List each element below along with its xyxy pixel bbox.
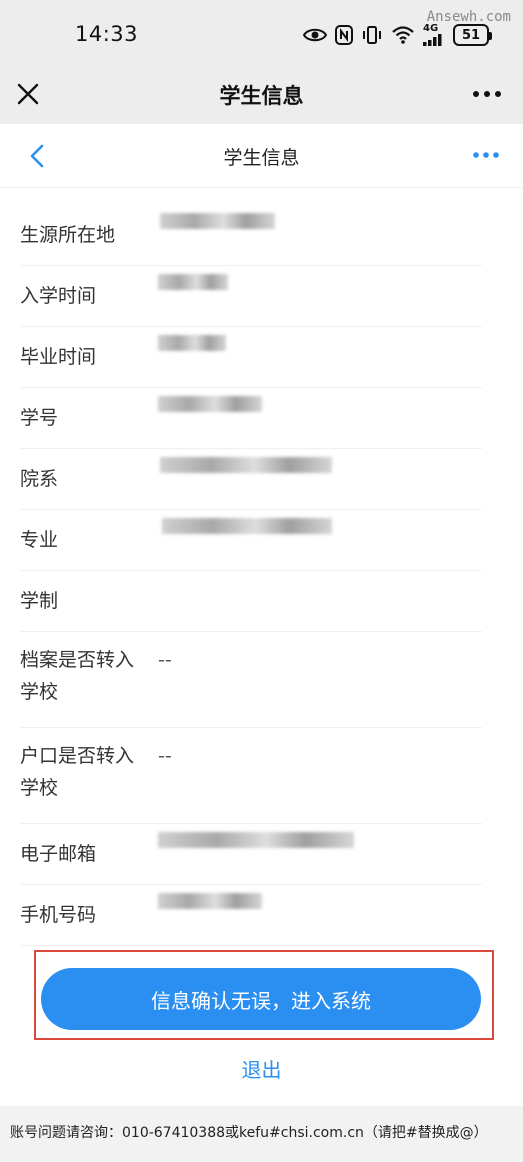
- redacted-value: [158, 335, 226, 351]
- battery-indicator: 51: [453, 24, 492, 46]
- page-nav-bar: 学生信息: [0, 124, 523, 188]
- info-label: 手机号码: [20, 904, 97, 926]
- app-title-bar: 学生信息: [0, 66, 523, 124]
- page-title: 学生信息: [223, 147, 300, 169]
- vibrate-icon: [361, 23, 383, 47]
- info-label: 电子邮箱: [20, 843, 97, 865]
- status-bar: 14:33 Ansewh.com 4G 51: [0, 0, 523, 66]
- info-label: 院系: [20, 468, 59, 490]
- info-row-duration: 学制: [20, 571, 482, 632]
- info-label: 学制: [20, 590, 59, 612]
- network-type: 4G: [423, 23, 439, 34]
- info-label: 入学时间: [20, 285, 97, 307]
- app-title: 学生信息: [219, 84, 304, 108]
- support-contact-text: 账号问题请咨询：010-67410388或kefu#chsi.com.cn（请把…: [10, 1125, 488, 1141]
- redacted-value: [158, 274, 228, 290]
- nfc-icon: [335, 23, 353, 47]
- info-label: 户口是否转入学校: [20, 745, 135, 799]
- more-options-icon[interactable]: [471, 146, 501, 164]
- exit-link[interactable]: 退出: [0, 1054, 523, 1083]
- info-row-grad-date: 毕业时间: [20, 327, 482, 388]
- info-value: --: [158, 745, 172, 767]
- eye-icon: [303, 23, 327, 47]
- status-time: 14:33: [75, 22, 139, 46]
- info-row-origin: 生源所在地: [20, 205, 482, 266]
- redacted-value: [158, 396, 262, 412]
- info-row-archive: 档案是否转入学校 --: [20, 632, 482, 728]
- redacted-value: [158, 832, 354, 848]
- info-value: [158, 585, 482, 617]
- support-footer: 账号问题请咨询：010-67410388或kefu#chsi.com.cn（请把…: [0, 1106, 523, 1162]
- info-row-major: 专业: [20, 510, 482, 571]
- info-row-household: 户口是否转入学校 --: [20, 728, 482, 824]
- info-label: 档案是否转入学校: [20, 649, 135, 703]
- info-row-department: 院系: [20, 449, 482, 510]
- redacted-value: [162, 518, 332, 534]
- student-info-list: 生源所在地 入学时间 毕业时间 学号 院系 专业 学制 档案是否转入学校 -- …: [20, 205, 482, 946]
- info-row-email: 电子邮箱: [20, 824, 482, 885]
- status-icons: 4G 51: [303, 22, 492, 48]
- redacted-value: [158, 893, 262, 909]
- info-label: 毕业时间: [20, 346, 97, 368]
- info-label: 生源所在地: [20, 224, 116, 246]
- more-options-icon[interactable]: [470, 84, 504, 104]
- info-value: --: [158, 649, 172, 671]
- signal-icon: 4G: [423, 23, 445, 47]
- redacted-value: [160, 457, 332, 473]
- redacted-value: [160, 213, 275, 229]
- confirm-info-button[interactable]: 信息确认无误，进入系统: [41, 968, 481, 1030]
- info-label: 专业: [20, 529, 59, 551]
- info-row-phone: 手机号码: [20, 885, 482, 946]
- info-row-enroll-date: 入学时间: [20, 266, 482, 327]
- wifi-icon: [391, 23, 415, 47]
- info-label: 学号: [20, 407, 59, 429]
- info-row-student-id: 学号: [20, 388, 482, 449]
